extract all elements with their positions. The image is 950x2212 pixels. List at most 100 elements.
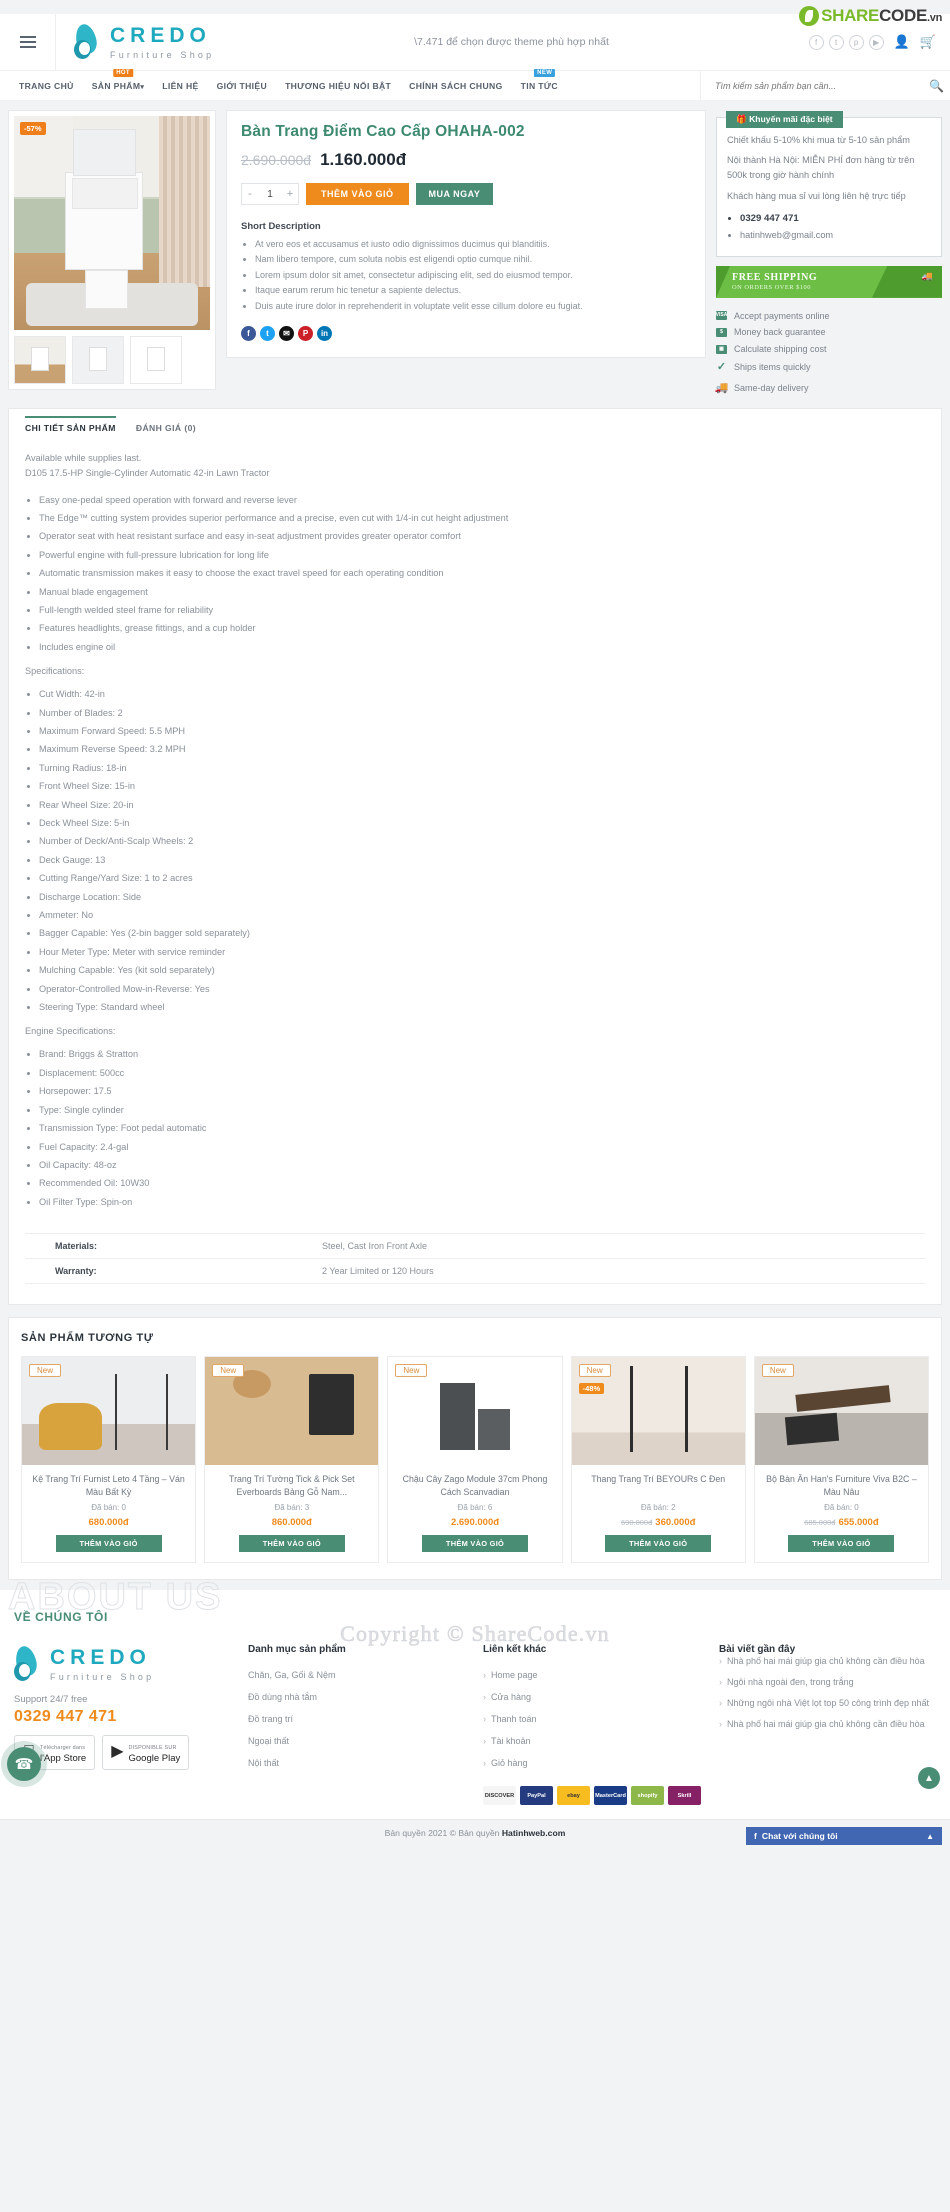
- add-to-cart-button[interactable]: THÊM VÀO GIỎ: [306, 183, 409, 205]
- product-card-image[interactable]: New: [754, 1357, 929, 1466]
- footer-link[interactable]: Thanh toán: [483, 1708, 701, 1730]
- detail-intro-line1: Available while supplies last.: [25, 453, 142, 464]
- product-main-image[interactable]: -57%: [14, 116, 210, 330]
- chevron-up-icon[interactable]: ▲: [926, 1832, 934, 1841]
- nav-item-lien-he[interactable]: LIÊN HỆ: [153, 81, 207, 91]
- twitter-icon[interactable]: t: [828, 34, 844, 50]
- share-pinterest-icon[interactable]: P: [298, 326, 313, 342]
- promo-email[interactable]: hatinhweb@gmail.com: [740, 227, 931, 243]
- add-to-cart-button[interactable]: THÊM VÀO GIỎ: [788, 1535, 895, 1553]
- promo-text: Chiết khấu 5-10% khi mua từ 5-10 sản phẩ…: [727, 135, 910, 145]
- footer-links-title: Liên kết khác: [483, 1644, 547, 1656]
- search-input[interactable]: [715, 80, 930, 91]
- product-card[interactable]: New Bộ Bàn Ăn Han's Furniture Viva B2C –…: [753, 1356, 930, 1564]
- nav-item-chinh-sach[interactable]: CHÍNH SÁCH CHUNG: [400, 81, 511, 91]
- tab-danh-gia[interactable]: ĐÁNH GIÁ (0): [136, 423, 196, 437]
- product-card-sold: Đã bán: 0: [91, 1503, 126, 1513]
- payment-methods: DISCOVER PayPal ebay MasterCard shopify …: [483, 1786, 701, 1806]
- footer-link[interactable]: Nội thất: [248, 1752, 465, 1774]
- add-to-cart-button[interactable]: THÊM VÀO GIỎ: [422, 1535, 528, 1553]
- buy-now-button[interactable]: MUA NGAY: [415, 183, 494, 205]
- detail-feature: Automatic transmission makes it easy to …: [39, 564, 925, 582]
- footer-link[interactable]: Tài khoản: [483, 1730, 701, 1752]
- nav-item-gioi-thieu[interactable]: GIỚI THIỆU: [208, 81, 276, 91]
- product-card[interactable]: New Trang Trí Tường Tick & Pick Set Ever…: [204, 1356, 380, 1564]
- footer-link[interactable]: Home page: [483, 1664, 701, 1686]
- sharecode-tld: .vn: [927, 12, 942, 24]
- pinterest-icon[interactable]: p: [848, 34, 864, 50]
- share-linkedin-icon[interactable]: in: [317, 326, 332, 342]
- chat-label: Chat với chúng tôi: [761, 1831, 838, 1842]
- thumbnail-1[interactable]: [14, 336, 66, 384]
- nav-item-san-pham[interactable]: SẢN PHẨM▾ HOT: [83, 68, 154, 91]
- product-card-name[interactable]: Trang Trí Tường Tick & Pick Set Everboar…: [213, 1473, 370, 1499]
- product-card-price: 860.000đ: [271, 1517, 312, 1529]
- feature-item: ✓ Ships items quickly: [716, 357, 942, 377]
- quantity-decrease-button[interactable]: -: [242, 184, 258, 204]
- cart-icon[interactable]: 🛒: [920, 34, 936, 50]
- search-icon[interactable]: 🔍: [929, 79, 950, 93]
- tab-chi-tiet-san-pham[interactable]: CHI TIẾT SẢN PHẨM: [25, 416, 116, 437]
- footer-link[interactable]: Ngoại thất: [248, 1730, 465, 1752]
- news-link[interactable]: Nhà phố hai mái giúp gia chủ không cần đ…: [719, 1655, 936, 1669]
- googleplay-button[interactable]: ▶ DISPONIBLE SUR Google Play: [102, 1735, 190, 1770]
- product-card-image[interactable]: New: [22, 1357, 196, 1466]
- product-card-image[interactable]: New: [205, 1357, 379, 1466]
- search-box[interactable]: 🔍: [700, 70, 950, 101]
- quantity-input[interactable]: [258, 188, 282, 200]
- quantity-increase-button[interactable]: +: [282, 184, 298, 204]
- skrill-icon: Skrill: [668, 1786, 701, 1806]
- footer-link[interactable]: Giỏ hàng: [483, 1752, 701, 1774]
- money-back-icon: $: [716, 328, 727, 338]
- news-link[interactable]: Ngôi nhà ngoài đen, trong trắng: [719, 1676, 936, 1690]
- footer-link[interactable]: Cửa hàng: [483, 1686, 701, 1708]
- news-link[interactable]: Những ngôi nhà Việt lọt top 50 công trìn…: [719, 1697, 936, 1711]
- footer-news-list: Nhà phố hai mái giúp gia chủ không cần đ…: [719, 1655, 936, 1732]
- product-card-old-price: 690.000đ: [620, 1518, 653, 1528]
- product-card[interactable]: New -48% Thang Trang Trí BEYOURs C Đen Đ…: [570, 1356, 746, 1564]
- footer-link[interactable]: Đồ trang trí: [248, 1708, 465, 1730]
- promo-phone[interactable]: 0329 447 471: [740, 211, 931, 228]
- share-twitter-icon[interactable]: t: [260, 326, 275, 342]
- thumbnail-3[interactable]: [130, 336, 182, 384]
- short-description-title: Short Description: [241, 221, 321, 232]
- free-shipping-banner: FREE SHIPPING ON ORDERS OVER $100 🚚: [716, 265, 942, 298]
- product-info: Bàn Trang Điểm Cao Cấp OHAHA-002 2.690.0…: [226, 110, 706, 358]
- footer-logo[interactable]: CREDO Furniture Shop: [13, 1644, 230, 1684]
- footer-categories-list: Chăn, Ga, Gối & Nệm Đồ dùng nhà tắm Đồ t…: [248, 1664, 465, 1774]
- footer-link[interactable]: Đồ dùng nhà tắm: [248, 1686, 465, 1708]
- product-card-name[interactable]: Chậu Cây Zago Module 37cm Phong Cách Sca…: [396, 1473, 553, 1499]
- detail-feature: Includes engine oil: [39, 638, 925, 656]
- sale-badge: -48%: [578, 1383, 605, 1395]
- add-to-cart-button[interactable]: THÊM VÀO GIỎ: [238, 1535, 345, 1553]
- googleplay-small: DISPONIBLE SUR: [116, 1745, 177, 1752]
- news-link[interactable]: Nhà phố hai mái giúp gia chủ không cần đ…: [719, 1718, 936, 1732]
- product-card-image[interactable]: New -48%: [571, 1357, 745, 1466]
- nav-item-thuong-hieu[interactable]: THƯƠNG HIỆU NỔI BẬT: [276, 81, 400, 91]
- product-card-name[interactable]: Thang Trang Trí BEYOURs C Đen: [580, 1473, 737, 1499]
- add-to-cart-button[interactable]: THÊM VÀO GIỎ: [55, 1535, 162, 1553]
- footer-link[interactable]: Chăn, Ga, Gối & Nệm: [248, 1664, 465, 1686]
- youtube-icon[interactable]: ▶: [868, 34, 884, 50]
- product-card[interactable]: New Kệ Trang Trí Furnist Leto 4 Tầng – V…: [21, 1356, 197, 1564]
- add-to-cart-button[interactable]: THÊM VÀO GIỎ: [605, 1535, 712, 1553]
- account-icon[interactable]: 👤: [894, 34, 910, 50]
- product-card-name[interactable]: Kệ Trang Trí Furnist Leto 4 Tầng – Ván M…: [30, 1473, 187, 1499]
- share-email-icon[interactable]: ✉: [279, 326, 294, 342]
- thumbnail-2[interactable]: [72, 336, 124, 384]
- spec-item: Front Wheel Size: 15-in: [39, 777, 925, 795]
- menu-toggle-button[interactable]: [0, 14, 56, 70]
- share-facebook-icon[interactable]: f: [241, 326, 256, 342]
- site-logo[interactable]: CREDO Furniture Shop: [56, 22, 214, 62]
- quantity-stepper[interactable]: - +: [241, 183, 299, 205]
- product-card-name[interactable]: Bộ Bàn Ăn Han's Furniture Viva B2C – Màu…: [763, 1473, 920, 1499]
- specifications-list: Cut Width: 42-in Number of Blades: 2 Max…: [25, 685, 925, 1016]
- facebook-icon[interactable]: f: [808, 34, 824, 50]
- nav-label: TIN TỨC: [520, 80, 558, 91]
- footer-phone[interactable]: 0329 447 471: [14, 1708, 230, 1726]
- product-card-image[interactable]: New: [388, 1357, 562, 1466]
- product-card[interactable]: New Chậu Cây Zago Module 37cm Phong Cách…: [387, 1356, 563, 1564]
- chat-bar[interactable]: f Chat với chúng tôi ▲: [746, 1827, 942, 1846]
- nav-item-trang-chu[interactable]: TRANG CHỦ: [10, 81, 83, 91]
- nav-item-tin-tuc[interactable]: TIN TỨC NEW: [512, 68, 567, 91]
